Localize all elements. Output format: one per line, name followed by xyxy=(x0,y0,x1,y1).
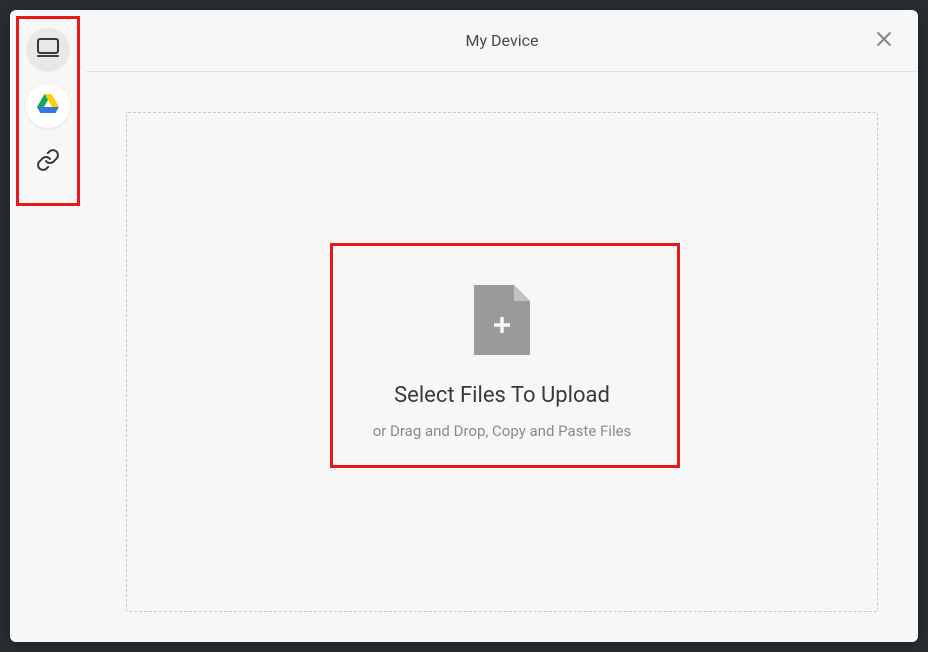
modal-title: My Device xyxy=(466,31,539,50)
sidebar-item-google-drive[interactable] xyxy=(26,84,70,128)
close-icon xyxy=(874,29,894,53)
sidebar-item-my-device[interactable] xyxy=(26,28,70,72)
link-icon xyxy=(36,148,60,176)
file-add-icon xyxy=(474,285,530,355)
upload-title: Select Files To Upload xyxy=(394,383,610,408)
select-files-area[interactable]: Select Files To Upload or Drag and Drop,… xyxy=(323,255,682,470)
upload-subtitle: or Drag and Drop, Copy and Paste Files xyxy=(373,422,632,440)
modal-header: My Device xyxy=(86,10,918,72)
sidebar-item-link[interactable] xyxy=(26,140,70,184)
monitor-icon xyxy=(36,36,60,64)
content-area: Select Files To Upload or Drag and Drop,… xyxy=(86,72,918,642)
upload-modal: My Device xyxy=(10,10,918,642)
source-sidebar xyxy=(10,10,86,642)
main-panel: My Device xyxy=(86,10,918,642)
google-drive-icon xyxy=(37,94,59,118)
close-button[interactable] xyxy=(870,27,898,55)
file-dropzone[interactable]: Select Files To Upload or Drag and Drop,… xyxy=(126,112,878,612)
